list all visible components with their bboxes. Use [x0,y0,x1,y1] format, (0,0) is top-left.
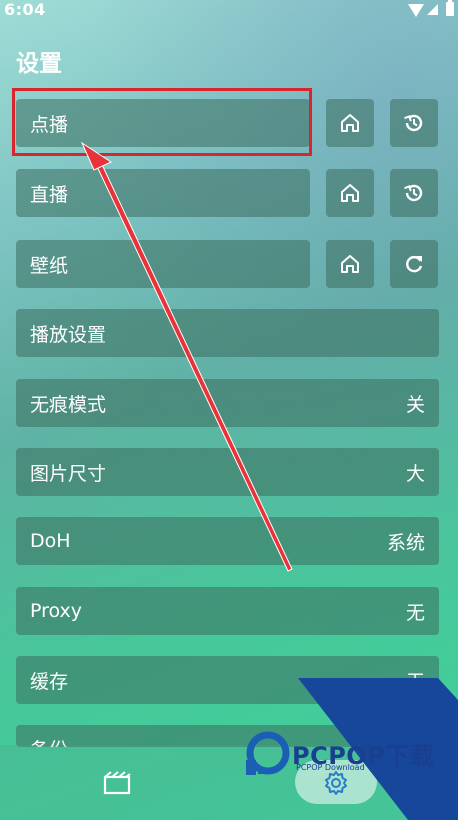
setting-cache[interactable]: 缓存 无 [16,656,439,704]
home-icon [341,114,359,132]
setting-doh-label: DoH [30,530,71,552]
home-icon [341,184,359,202]
wallpaper-refresh-button[interactable] [390,240,438,288]
wallpaper-home-button[interactable] [326,240,374,288]
home-icon [341,255,359,273]
setting-vod[interactable]: 点播 [16,99,310,147]
battery-icon [446,0,454,16]
setting-playback[interactable]: 播放设置 [16,309,439,357]
watermark-sub-text: PCPOP Download [296,763,365,772]
setting-incognito[interactable]: 无痕模式 关 [16,379,439,427]
film-icon [103,771,131,795]
live-history-button[interactable] [390,169,438,217]
setting-proxy[interactable]: Proxy 无 [16,587,439,635]
status-bar: 6:04 [0,0,458,22]
vod-home-button[interactable] [326,99,374,147]
setting-image-size-label: 图片尺寸 [30,462,107,485]
setting-wallpaper-label: 壁纸 [30,254,69,277]
wifi-icon [408,4,424,17]
setting-live[interactable]: 直播 [16,169,310,217]
setting-cache-value: 无 [405,670,425,693]
setting-proxy-value: 无 [405,601,425,624]
setting-wallpaper[interactable]: 壁纸 [16,240,310,288]
setting-image-size[interactable]: 图片尺寸 大 [16,448,439,496]
signal-icon [427,4,438,15]
setting-doh[interactable]: DoH 系统 [16,517,439,565]
setting-incognito-label: 无痕模式 [30,393,107,416]
history-icon [404,184,423,202]
setting-vod-label: 点播 [30,113,69,136]
gear-icon [325,771,347,795]
status-time: 6:04 [4,0,46,19]
refresh-icon [406,256,423,273]
setting-doh-value: 系统 [386,531,425,554]
live-home-button[interactable] [326,169,374,217]
setting-cache-label: 缓存 [30,670,69,693]
nav-vod-button[interactable] [103,771,131,799]
history-icon [404,114,423,132]
setting-proxy-label: Proxy [30,600,83,622]
page-title: 设置 [16,51,62,77]
setting-incognito-value: 关 [405,393,425,416]
setting-image-size-value: 大 [405,462,425,485]
setting-live-label: 直播 [30,183,69,206]
setting-playback-label: 播放设置 [30,323,107,346]
vod-history-button[interactable] [390,99,438,147]
